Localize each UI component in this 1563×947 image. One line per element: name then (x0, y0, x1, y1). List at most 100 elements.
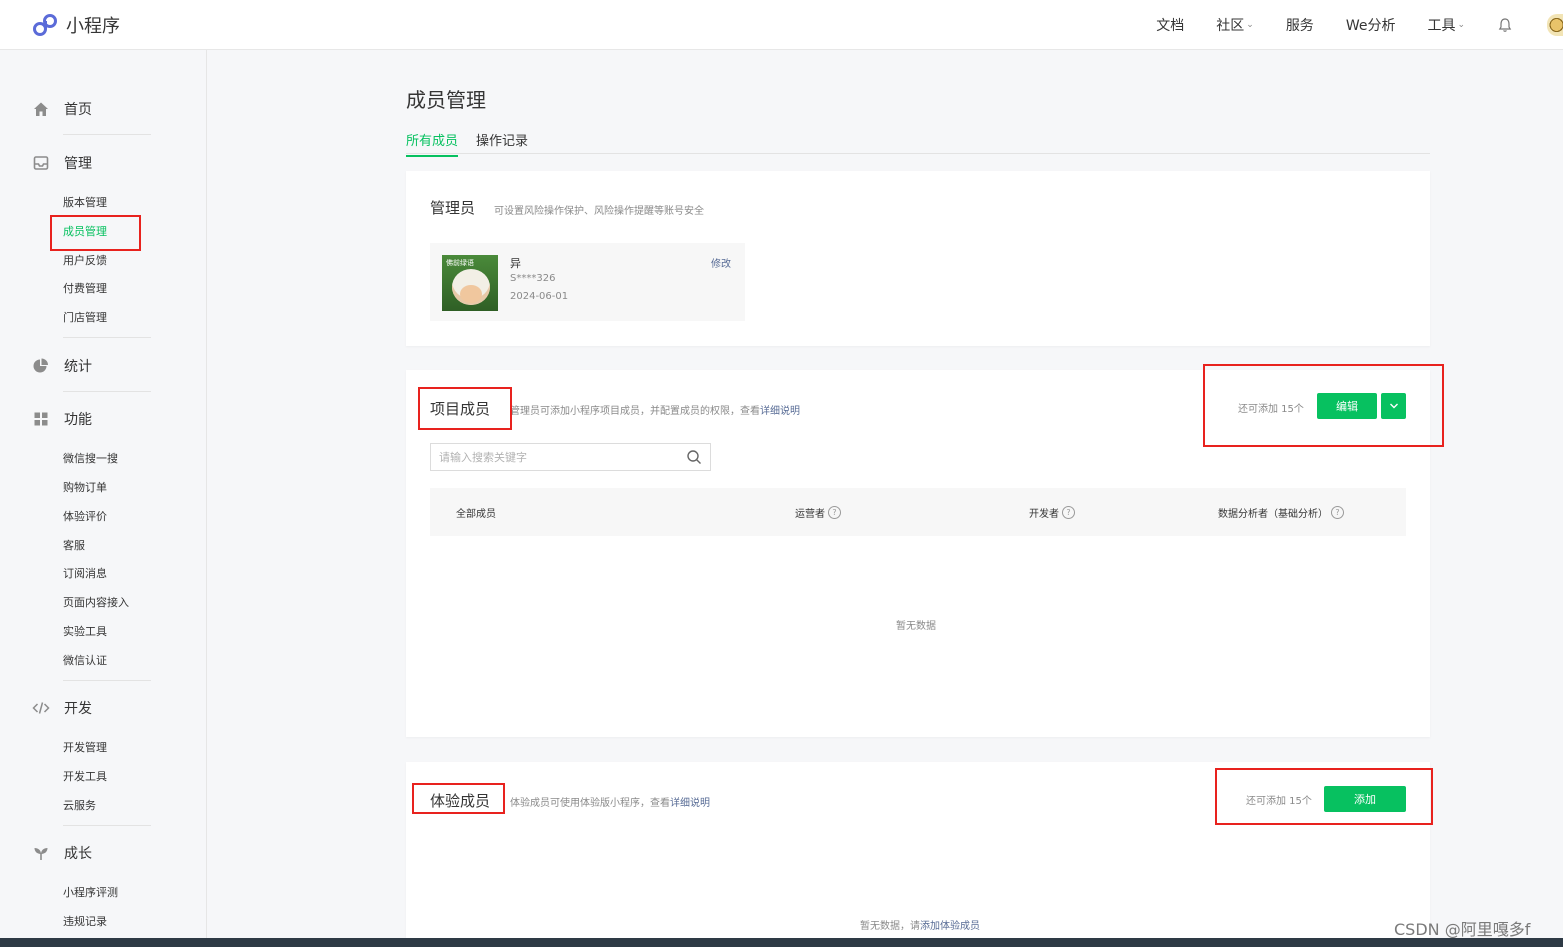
sidebar: 首页 管理 版本管理 成员管理 用户反馈 付费管理 门店管理 统计 功能 微信搜… (0, 50, 207, 938)
remaining-count: 还可添加 15个 (1246, 796, 1312, 807)
chevron-down-icon (1389, 403, 1398, 409)
project-members-title: 项目成员 (430, 400, 491, 418)
sidebar-subitem-experiments[interactable]: 实验工具 (63, 623, 107, 639)
sprout-icon (32, 844, 50, 862)
search-input[interactable] (439, 449, 679, 465)
divider (63, 680, 151, 681)
trial-members-card: 体验成员 体验成员可使用体验版小程序，查看详细说明 还可添加 15个 添加 暂无… (406, 762, 1430, 938)
chevron-down-icon: ⌄ (1457, 20, 1465, 30)
help-icon[interactable]: ? (1331, 506, 1344, 519)
details-link[interactable]: 详细说明 (670, 798, 710, 809)
column-label: 全部成员 (456, 509, 496, 520)
project-members-desc: 管理员可添加小程序项目成员，并配置成员的权限，查看详细说明 (510, 402, 800, 417)
nav-services-label: 服务 (1285, 18, 1314, 34)
more-options-button[interactable] (1381, 393, 1406, 419)
sidebar-item-label: 统计 (64, 359, 92, 375)
pie-chart-icon (32, 357, 50, 375)
nav-docs[interactable]: 文档 (1156, 15, 1184, 35)
search-box (430, 443, 711, 471)
sidebar-subitem-customer-service[interactable]: 客服 (63, 537, 85, 553)
sidebar-item-manage[interactable]: 管理 (32, 153, 92, 173)
user-avatar[interactable] (1547, 14, 1563, 36)
project-members-card: 项目成员 管理员可添加小程序项目成员，并配置成员的权限，查看详细说明 还可添加 … (406, 370, 1430, 737)
page-title: 成员管理 (406, 88, 486, 112)
admin-id: S****326 (510, 273, 556, 284)
tab-all-members[interactable]: 所有成员 (406, 130, 459, 157)
sidebar-subitem-subscriptions[interactable]: 订阅消息 (63, 565, 107, 581)
sidebar-item-growth[interactable]: 成长 (32, 843, 92, 863)
avatar-stamp: 佛前绿语 (446, 259, 474, 267)
sidebar-subitem-payment[interactable]: 付费管理 (63, 280, 107, 296)
empty-state: 暂无数据 (896, 621, 936, 632)
empty-state-text: 暂无数据，请 (860, 921, 920, 932)
top-nav: 文档 社区 ⌄ 服务 We分析 工具 ⌄ (1156, 0, 1563, 50)
sidebar-subitem-page-content[interactable]: 页面内容接入 (63, 594, 129, 610)
nav-services[interactable]: 服务 (1286, 15, 1314, 35)
sidebar-item-develop[interactable]: 开发 (32, 698, 92, 718)
sidebar-item-home[interactable]: 首页 (32, 99, 92, 119)
sidebar-subitem-stores[interactable]: 门店管理 (63, 309, 107, 325)
help-icon[interactable]: ? (1062, 506, 1075, 519)
divider (63, 134, 151, 135)
sidebar-subitem-members[interactable]: 成员管理 (63, 223, 107, 239)
nav-tools[interactable]: 工具 ⌄ (1427, 15, 1465, 35)
sidebar-subitem-wechat-search[interactable]: 微信搜一搜 (63, 450, 118, 466)
add-trial-member-button[interactable]: 添加 (1324, 786, 1406, 812)
mini-program-logo-icon (33, 14, 57, 36)
column-all-members[interactable]: 全部成员 (456, 505, 496, 520)
admin-date: 2024-06-01 (510, 291, 569, 302)
nav-community[interactable]: 社区 ⌄ (1216, 15, 1254, 35)
sidebar-item-label: 成长 (64, 846, 92, 862)
admin-card: 管理员 可设置风险操作保护、风险操作提醒等账号安全 佛前绿语 异 S****32… (406, 171, 1430, 346)
nav-community-label: 社区 (1216, 18, 1245, 34)
logo[interactable]: 小程序 (32, 12, 120, 38)
divider (63, 337, 151, 338)
top-bar: 小程序 文档 社区 ⌄ 服务 We分析 工具 ⌄ (0, 0, 1563, 50)
grid-icon (32, 410, 50, 428)
tab-operation-log[interactable]: 操作记录 (476, 130, 528, 155)
edit-admin-link[interactable]: 修改 (711, 255, 731, 270)
search-icon[interactable] (686, 449, 702, 465)
sidebar-subitem-verification[interactable]: 微信认证 (63, 652, 107, 668)
column-label: 开发者 (1029, 509, 1059, 520)
home-icon (32, 100, 50, 118)
bell-icon[interactable] (1497, 17, 1513, 33)
sidebar-item-features[interactable]: 功能 (32, 409, 92, 429)
logo-text: 小程序 (66, 16, 120, 37)
sidebar-subitem-violations[interactable]: 违规记录 (63, 913, 107, 929)
tab-bar: 所有成员 操作记录 (406, 130, 1430, 157)
nav-tools-label: 工具 (1427, 18, 1456, 34)
taskbar-strip (0, 938, 1563, 947)
sidebar-subitem-version[interactable]: 版本管理 (63, 194, 107, 210)
edit-members-button[interactable]: 编辑 (1317, 393, 1377, 419)
sidebar-subitem-feedback[interactable]: 用户反馈 (63, 252, 107, 268)
help-icon[interactable]: ? (828, 506, 841, 519)
details-link[interactable]: 详细说明 (760, 406, 800, 417)
trial-members-title: 体验成员 (430, 792, 491, 810)
sidebar-item-stats[interactable]: 统计 (32, 356, 92, 376)
chevron-down-icon: ⌄ (1246, 20, 1254, 30)
sidebar-subitem-dev-management[interactable]: 开发管理 (63, 739, 107, 755)
column-data-analyst: 数据分析者（基础分析）? (1218, 505, 1344, 520)
watermark: CSDN @阿里嘎多f (1394, 920, 1531, 939)
column-operator: 运营者? (795, 505, 841, 520)
divider (63, 391, 151, 392)
sidebar-subitem-orders[interactable]: 购物订单 (63, 479, 107, 495)
empty-state: 暂无数据，请添加体验成员 (860, 917, 980, 932)
sidebar-subitem-reviews[interactable]: 体验评价 (63, 508, 107, 524)
nav-we-analytics[interactable]: We分析 (1346, 15, 1396, 35)
column-developer: 开发者? (1029, 505, 1075, 520)
nav-we-analytics-label: We分析 (1345, 18, 1396, 34)
sidebar-subitem-cloud[interactable]: 云服务 (63, 797, 96, 813)
sidebar-item-label: 管理 (64, 156, 92, 172)
remaining-count: 还可添加 15个 (1238, 404, 1304, 415)
add-trial-member-link[interactable]: 添加体验成员 (920, 921, 980, 932)
column-label: 运营者 (795, 509, 825, 520)
trial-members-desc: 体验成员可使用体验版小程序，查看详细说明 (510, 794, 710, 809)
inbox-icon (32, 154, 50, 172)
sidebar-subitem-evaluation[interactable]: 小程序评测 (63, 884, 118, 900)
nav-docs-label: 文档 (1156, 18, 1185, 34)
sidebar-subitem-dev-tools[interactable]: 开发工具 (63, 768, 107, 784)
code-icon (32, 699, 50, 717)
project-members-desc-text: 管理员可添加小程序项目成员，并配置成员的权限，查看 (510, 406, 760, 417)
